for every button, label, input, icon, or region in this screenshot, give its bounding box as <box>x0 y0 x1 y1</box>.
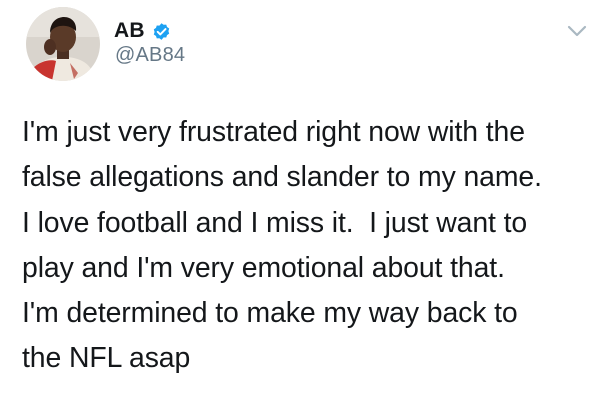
chevron-down-icon[interactable] <box>566 24 588 38</box>
tweet-card: AB @AB84 I'm just very frustrated right … <box>0 0 595 413</box>
tweet-text: I'm just very frustrated right now with … <box>22 116 542 375</box>
author-name-row[interactable]: AB <box>114 18 172 44</box>
verified-badge-icon <box>151 21 172 42</box>
display-name[interactable]: AB <box>114 19 145 43</box>
avatar[interactable] <box>26 7 100 81</box>
author-handle[interactable]: @AB84 <box>115 44 185 67</box>
